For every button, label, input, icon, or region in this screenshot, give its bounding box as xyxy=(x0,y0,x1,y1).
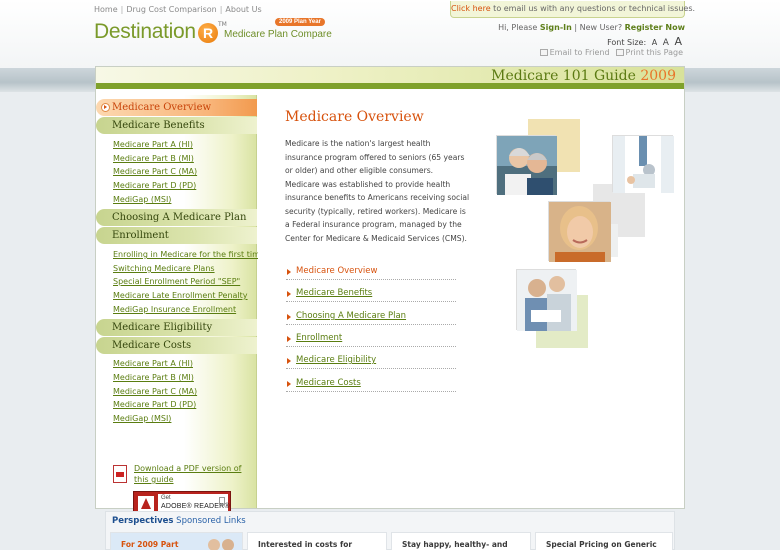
sidebar-link-benefits-part-c[interactable]: Medicare Part C (MA) xyxy=(113,167,197,176)
couple-reviewing-image xyxy=(517,270,577,331)
top-nav: Home | Drug Cost Comparison | About Us xyxy=(94,5,262,14)
sidebar-link-late-penalty[interactable]: Medicare Late Enrollment Penalty xyxy=(113,291,248,300)
adobe-logo-icon xyxy=(138,496,154,512)
logo-word: Destination xyxy=(94,20,196,43)
sidebar-link-costs-medigap[interactable]: MediGap (MSI) xyxy=(113,414,171,423)
print-page-link[interactable]: Print this Page xyxy=(626,48,683,57)
sponsored-card-text: Interested in costs for xyxy=(258,540,353,549)
sidebar-link-benefits-medigap[interactable]: MediGap (MSI) xyxy=(113,195,171,204)
help-email-link[interactable]: Click here xyxy=(451,4,491,13)
toc-item-enrollment[interactable]: Enrollment xyxy=(286,333,456,347)
toc-item-medicare-benefits[interactable]: Medicare Benefits xyxy=(286,288,456,302)
sidebar-link-benefits-part-a[interactable]: Medicare Part A (HI) xyxy=(113,140,193,149)
sponsored-links-label: Sponsored Links xyxy=(173,516,246,526)
sidebar-link-costs-part-c[interactable]: Medicare Part C (MA) xyxy=(113,387,197,396)
sidebar-link-costs-part-a[interactable]: Medicare Part A (HI) xyxy=(113,359,193,368)
perspectives-heading: Perspectives xyxy=(112,516,174,526)
senior-couple-image xyxy=(497,136,557,195)
email-to-friend-link[interactable]: Email to Friend xyxy=(550,48,610,57)
sidebar-link-costs-part-b[interactable]: Medicare Part B (MI) xyxy=(113,373,194,382)
nav-separator: | xyxy=(219,5,223,14)
account-separator: | xyxy=(571,23,580,32)
destination-rx-logo[interactable]: Destination R TM Medicare Plan Compare 2… xyxy=(94,18,334,50)
new-user-text: New User? xyxy=(579,23,625,32)
font-size-label: Font Size: xyxy=(607,38,647,47)
sidebar-item-enrollment[interactable]: Enrollment xyxy=(96,227,257,244)
couple-reviewing-photo xyxy=(516,269,577,331)
printer-icon xyxy=(615,49,624,56)
sidebar-link-benefits-part-d[interactable]: Medicare Part D (PD) xyxy=(113,181,196,190)
font-size-large-button[interactable]: A xyxy=(674,35,682,48)
sponsored-card-generic[interactable]: Special Pricing on Generic xyxy=(535,532,673,550)
sign-in-link[interactable]: Sign-In xyxy=(540,23,572,32)
font-size-control: Font Size: A A A xyxy=(607,35,682,48)
guide-title-bar: Medicare 101 Guide 2009 xyxy=(96,67,684,89)
senior-couple-photo xyxy=(496,135,557,195)
senior-woman-image xyxy=(549,202,611,262)
sponsored-card-text: Stay happy, healthy- and xyxy=(402,540,508,549)
overview-paragraph: Medicare is the nation's largest health … xyxy=(285,139,470,243)
sidebar-link-medigap-enrollment[interactable]: MediGap Insurance Enrollment xyxy=(113,305,236,314)
doctor-image xyxy=(613,136,674,193)
sidebar-link-enrolling-first-time[interactable]: Enrolling in Medicare for the first time xyxy=(113,250,265,259)
sponsored-card-costs[interactable]: Interested in costs for xyxy=(247,532,387,550)
sidebar-item-choosing-plan[interactable]: Choosing A Medicare Plan xyxy=(96,209,257,226)
logo-r-icon: R xyxy=(198,23,218,43)
doctor-photo xyxy=(612,135,674,193)
perspectives-section: Perspectives Sponsored Links For 2009 Pa… xyxy=(105,511,675,550)
sponsored-card-text: For 2009 Part xyxy=(121,540,179,549)
envelope-icon xyxy=(539,49,548,56)
sidebar-item-eligibility[interactable]: Medicare Eligibility xyxy=(96,319,257,336)
nav-drug-cost-link[interactable]: Drug Cost Comparison xyxy=(126,5,216,14)
greeting-text: Hi, Please xyxy=(498,23,540,32)
senior-woman-photo xyxy=(548,201,611,262)
toc-item-eligibility[interactable]: Medicare Eligibility xyxy=(286,355,456,369)
sponsored-card-text: Special Pricing on Generic xyxy=(546,540,657,549)
guide-title: Medicare 101 Guide 2009 xyxy=(491,68,676,84)
pdf-icon[interactable] xyxy=(113,465,127,483)
sidebar-link-benefits-part-b[interactable]: Medicare Part B (MI) xyxy=(113,154,194,163)
help-banner: Click here to email us with any question… xyxy=(450,1,695,18)
nav-about-link[interactable]: About Us xyxy=(225,5,261,14)
nav-home-link[interactable]: Home xyxy=(94,5,118,14)
sponsored-card-part-d[interactable]: For 2009 Part xyxy=(110,532,243,550)
register-link[interactable]: Register Now xyxy=(625,23,685,32)
logo-subtitle: Medicare Plan Compare xyxy=(224,29,332,40)
download-pdf-link[interactable]: Download a PDF version of this guide xyxy=(134,463,249,485)
adobe-get-text: Get xyxy=(161,495,171,501)
toc-item-costs[interactable]: Medicare Costs xyxy=(286,378,456,392)
sidebar-item-medicare-benefits[interactable]: Medicare Benefits xyxy=(96,117,257,134)
sidebar-link-special-enrollment[interactable]: Special Enrollment Period "SEP" xyxy=(113,277,240,286)
sidebar: Medicare Overview Medicare Benefits Medi… xyxy=(96,95,265,516)
guide-title-text: Medicare 101 Guide xyxy=(491,68,636,84)
font-size-small-button[interactable]: A xyxy=(652,38,657,47)
logo-tm: TM xyxy=(218,21,227,28)
sidebar-link-switching-plans[interactable]: Switching Medicare Plans xyxy=(113,264,215,273)
page-tools: Email to Friend Print this Page xyxy=(534,48,683,57)
guide-container: Medicare 101 Guide 2009 Medicare Overvie… xyxy=(95,66,685,516)
account-bar: Hi, Please Sign-In | New User? Register … xyxy=(498,23,685,32)
plan-year-badge: 2009 Plan Year xyxy=(275,18,325,26)
help-text: to email us with any questions or techni… xyxy=(490,4,696,13)
toc-item-choosing-plan[interactable]: Choosing A Medicare Plan xyxy=(286,311,456,325)
toc-item-medicare-overview[interactable]: Medicare Overview xyxy=(286,266,456,280)
sponsored-card-image xyxy=(208,539,234,550)
sponsored-card-healthy[interactable]: Stay happy, healthy- and xyxy=(391,532,531,550)
main-content: Medicare Overview Medicare is the nation… xyxy=(258,95,684,508)
guide-year: 2009 xyxy=(640,68,676,84)
nav-separator: | xyxy=(120,5,124,14)
page-title: Medicare Overview xyxy=(285,109,424,125)
sidebar-item-costs[interactable]: Medicare Costs xyxy=(96,337,257,354)
download-arrow-icon xyxy=(219,497,225,505)
font-size-medium-button[interactable]: A xyxy=(663,38,669,48)
sidebar-link-costs-part-d[interactable]: Medicare Part D (PD) xyxy=(113,400,196,409)
perspectives-title: Perspectives Sponsored Links xyxy=(112,516,246,526)
sidebar-item-medicare-overview[interactable]: Medicare Overview xyxy=(96,99,257,116)
